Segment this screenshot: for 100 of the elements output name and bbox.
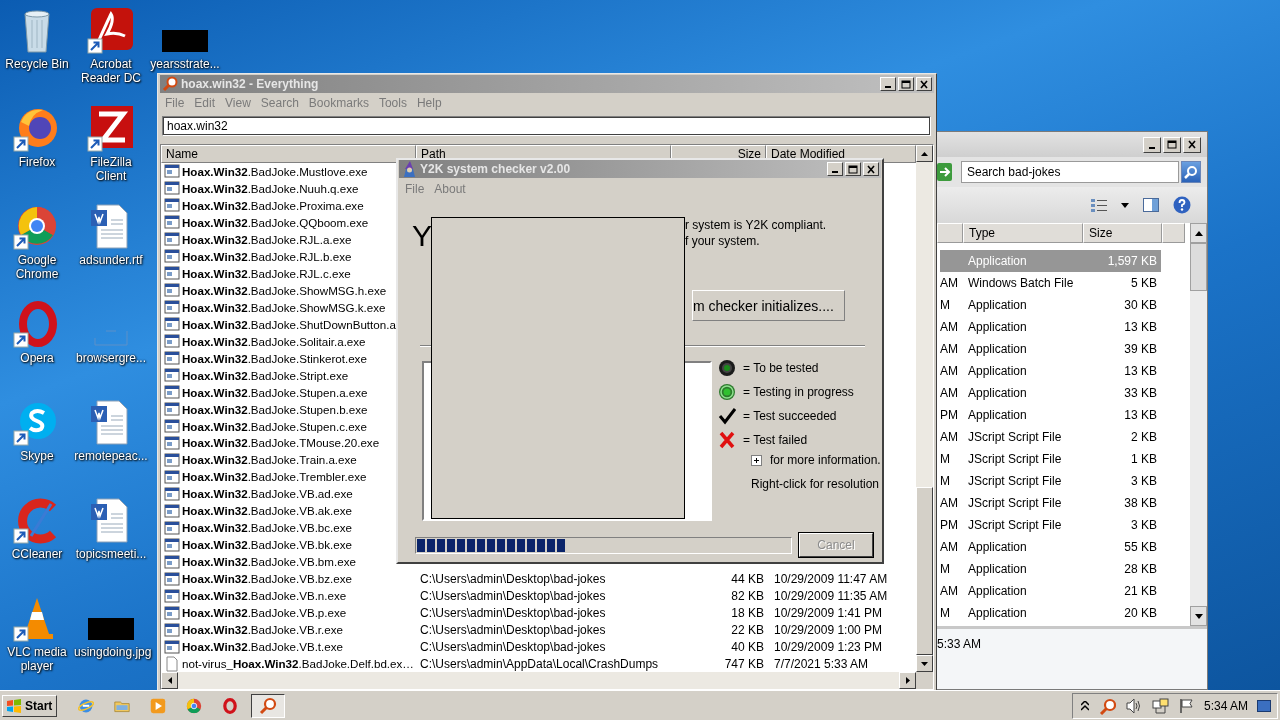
table-cell-text: 10/29/2009 1:00 PM <box>773 622 884 637</box>
minimize-button[interactable] <box>1143 136 1161 153</box>
file-row[interactable]: AM Application 21 KB <box>937 580 1190 602</box>
close-button[interactable] <box>1183 136 1201 153</box>
taskbar-button[interactable] <box>251 693 286 718</box>
file-name[interactable]: Hoax.Win32.BadJoke.Nuuh.q.exe <box>182 181 359 195</box>
scroll-down-button[interactable] <box>1190 606 1207 626</box>
column-header[interactable]: Size <box>1083 223 1162 243</box>
caret-icon[interactable] <box>1121 202 1129 208</box>
file-name[interactable]: Hoax.Win32.BadJoke.VB.p.exe <box>182 606 347 620</box>
file-name[interactable]: Hoax.Win32.BadJoke.Proxima.exe <box>182 198 364 212</box>
close-button[interactable] <box>863 162 879 176</box>
maximize-button[interactable] <box>845 162 861 176</box>
file-row[interactable]: AM Application 55 KB <box>937 536 1190 558</box>
column-header[interactable] <box>1162 223 1185 243</box>
file-row[interactable]: M Application 30 KB <box>937 294 1190 316</box>
file-name[interactable]: Hoax.Win32.BadJoke.RJL.b.exe <box>182 249 352 263</box>
desktop-icon-label[interactable]: topicsmeeti... <box>75 547 147 561</box>
file-name[interactable]: Hoax.Win32.BadJoke.Stript.exe <box>182 368 349 382</box>
desktop-icon-label[interactable]: adsunder.rtf <box>79 253 143 267</box>
arrow-down-icon <box>1194 613 1203 619</box>
file-row[interactable]: M Application 28 KB <box>937 558 1190 580</box>
minimize-button[interactable] <box>827 162 843 176</box>
file-name[interactable]: Hoax.Win32.BadJoke.ShowMSG.k.exe <box>182 300 386 314</box>
desktop-icon-label[interactable]: Firefox <box>18 155 56 169</box>
search-field[interactable]: Search bad-jokes <box>961 161 1179 183</box>
file-row[interactable]: AM Application 13 KB <box>937 360 1190 382</box>
file-name[interactable]: Hoax.Win32.BadJoke.Stupen.a.exe <box>182 385 368 399</box>
file-row[interactable]: AM JScript Script File 38 KB <box>937 492 1190 514</box>
minimize-button[interactable] <box>880 77 896 91</box>
scroll-left-button[interactable] <box>161 672 178 689</box>
file-name[interactable]: Hoax.Win32.BadJoke.VB.n.exe <box>182 589 347 603</box>
file-row[interactable]: AM Application 33 KB <box>937 382 1190 404</box>
file-row[interactable]: M Application 20 KB <box>937 602 1190 624</box>
file-name[interactable]: Hoax.Win32.BadJoke.VB.ak.exe <box>182 504 353 518</box>
file-name[interactable]: Hoax.Win32.BadJoke.QQboom.exe <box>182 215 369 229</box>
file-name[interactable]: not-virus_Hoax.Win32.BadJoke.Delf.bd.ex… <box>182 657 414 671</box>
file-name[interactable]: Hoax.Win32.BadJoke.Stupen.b.exe <box>182 402 368 416</box>
file-row[interactable]: PM Application 13 KB <box>937 404 1190 426</box>
file-row[interactable]: AM JScript Script File 2 KB <box>937 426 1190 448</box>
minimize-icon <box>885 86 891 88</box>
file-name[interactable]: Hoax.Win32.BadJoke.VB.t.exe <box>182 640 343 654</box>
file-name[interactable]: Hoax.Win32.BadJoke.VB.r.exe <box>182 623 343 637</box>
help-icon[interactable] <box>1173 196 1191 214</box>
file-name[interactable]: Hoax.Win32.BadJoke.RJL.c.exe <box>182 266 351 280</box>
column-header[interactable] <box>937 223 963 243</box>
column-header[interactable]: Name <box>161 145 416 163</box>
desktop-icon-label[interactable]: Opera <box>20 351 54 365</box>
file-row[interactable]: AM Application 13 KB <box>937 316 1190 338</box>
desktop-icon-label[interactable]: Google Chrome <box>0 253 74 281</box>
file-name[interactable]: Hoax.Win32.BadJoke.RJL.a.exe <box>182 232 352 246</box>
maximize-button[interactable] <box>1163 136 1181 153</box>
desktop-icon-label[interactable]: Acrobat Reader DC <box>74 57 148 85</box>
file-row[interactable]: PM JScript Script File 3 KB <box>937 514 1190 536</box>
file-name[interactable]: Hoax.Win32.BadJoke.VB.bm.exe <box>182 555 356 569</box>
scroll-right-button[interactable] <box>899 672 916 689</box>
desktop-icon-label[interactable]: Skype <box>20 449 54 463</box>
file-row[interactable]: AM Windows Batch File 5 KB <box>937 272 1190 294</box>
expand-box-icon <box>751 454 762 466</box>
chevron-icon[interactable] <box>1080 700 1089 711</box>
start-button[interactable]: Start <box>2 694 58 717</box>
search-button[interactable] <box>1181 161 1201 183</box>
file-name[interactable]: Hoax.Win32.BadJoke.Stupen.c.exe <box>182 419 367 433</box>
file-name[interactable]: Hoax.Win32.BadJoke.VB.bc.exe <box>182 521 353 535</box>
file-row[interactable]: M JScript Script File 1 KB <box>937 448 1190 470</box>
file-row[interactable]: M JScript Script File 3 KB <box>937 470 1190 492</box>
speaker-icon[interactable] <box>1124 697 1143 714</box>
arrow-down-icon <box>921 661 928 666</box>
search-field[interactable]: hoax.win32 <box>162 116 931 136</box>
file-name[interactable]: Hoax.Win32.BadJoke.VB.bz.exe <box>182 572 353 586</box>
desktop-icon-label[interactable]: remotepeac... <box>74 449 148 463</box>
file-name[interactable]: Hoax.Win32.BadJoke.Train.a.exe <box>182 453 357 467</box>
scroll-up-button[interactable] <box>1190 223 1207 243</box>
flag-icon[interactable] <box>1178 697 1195 714</box>
show-desktop-icon[interactable] <box>1257 698 1271 713</box>
scrollbar-thumb[interactable] <box>1190 243 1207 291</box>
maximize-button[interactable] <box>898 77 914 91</box>
desktop-icon-label[interactable]: FileZilla Client <box>74 155 148 183</box>
file-name[interactable]: Hoax.Win32.BadJoke.Stinkerot.exe <box>182 351 367 365</box>
network-icon[interactable] <box>1151 697 1170 714</box>
file-name[interactable]: Hoax.Win32.BadJoke.Mustlove.exe <box>182 165 368 178</box>
table-cell-text: C:\Users\admin\Desktop\bad-jokes <box>419 571 607 586</box>
program-icon <box>164 621 180 638</box>
desktop-icon-label[interactable]: VLC media player <box>0 645 74 673</box>
file-name[interactable]: Hoax.Win32.BadJoke.Solitair.a.exe <box>182 334 366 348</box>
file-name[interactable]: Hoax.Win32.BadJoke.ShowMSG.h.exe <box>182 283 387 297</box>
file-name[interactable]: Hoax.Win32.BadJoke.ShutDownButton.a. <box>182 317 400 331</box>
desktop-icon-label[interactable]: CCleaner <box>11 547 63 561</box>
file-row[interactable]: AM Application 39 KB <box>937 338 1190 360</box>
desktop-icon-label[interactable]: yearsstrate... <box>150 57 220 71</box>
file-name[interactable]: Hoax.Win32.BadJoke.TMouse.20.exe <box>182 436 380 450</box>
view-list-icon[interactable] <box>1091 198 1107 212</box>
file-name[interactable]: Hoax.Win32.BadJoke.VB.ad.exe <box>182 487 353 501</box>
desktop-icon-label[interactable]: Recycle Bin <box>5 57 69 71</box>
column-header[interactable]: Type <box>963 223 1083 243</box>
file-name[interactable]: Hoax.Win32.BadJoke.Trembler.exe <box>182 470 367 484</box>
file-name[interactable]: Hoax.Win32.BadJoke.VB.bk.exe <box>182 538 353 552</box>
preview-pane-icon[interactable] <box>1143 197 1159 213</box>
magnifier-icon[interactable] <box>1097 696 1116 715</box>
close-button[interactable] <box>916 77 932 91</box>
